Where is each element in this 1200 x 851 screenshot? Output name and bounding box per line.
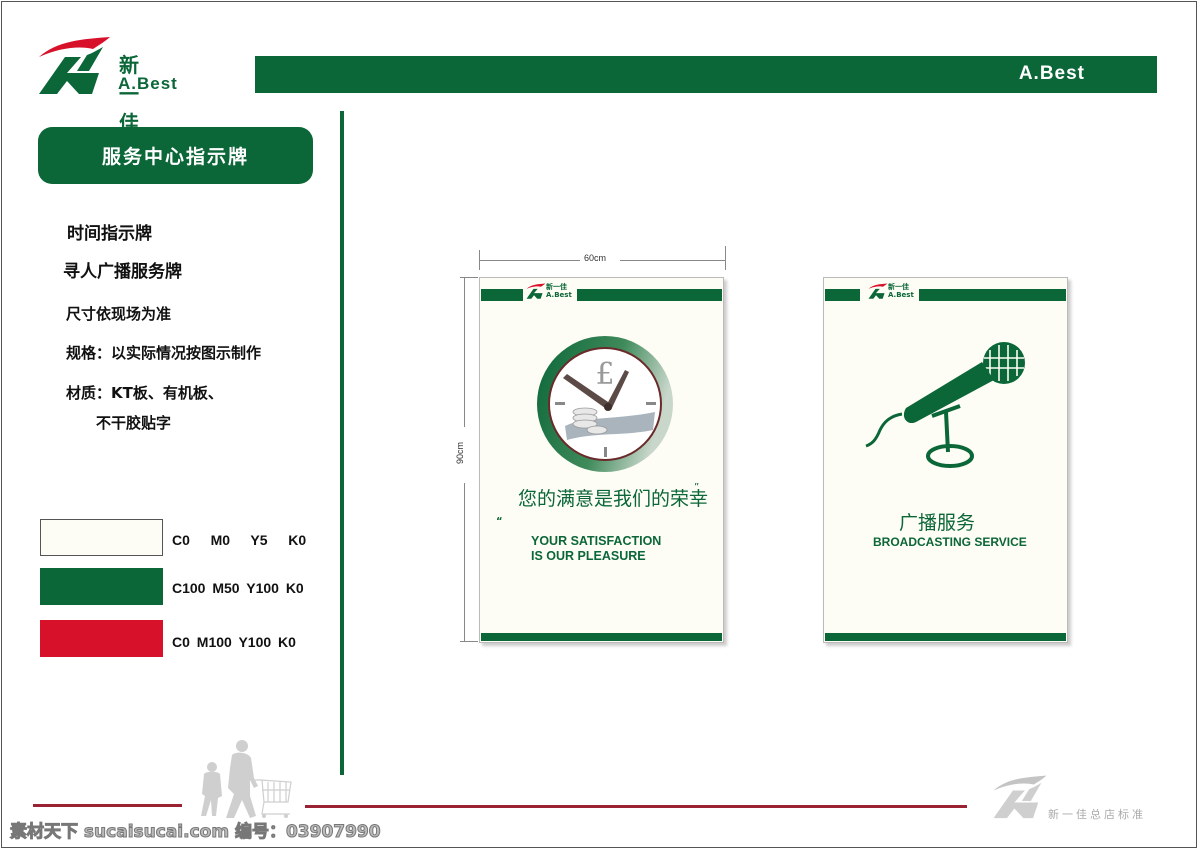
header-bar: A.Best [255,56,1157,93]
vertical-divider [340,111,344,775]
svg-text:£: £ [595,357,614,392]
brand-name-en: A.Best [118,74,178,93]
sign-item-clock: 时间指示牌 [67,224,152,244]
swatch-green-label: C100 M50 Y100 K0 [172,580,304,596]
sign-item-broadcast: 寻人广播服务牌 [63,262,182,282]
sign-broadcast-title-en: BROADCASTING SERVICE [873,535,1027,549]
width-dimension-label: 60cm [584,253,607,263]
footer-line-left [33,804,182,807]
height-dimension-line-top [464,277,465,427]
swatch-cream-label: C0 M0 Y5 K0 [172,532,307,548]
mini-logo: 新一佳 A.Best [526,283,572,299]
width-dimension-line-left [480,260,580,261]
sign-topbar-left [825,289,860,301]
note-material-2: 不干胶贴字 [96,414,172,432]
sign-clock-slogan-en-1: YOUR SATISFACTION [531,534,662,548]
sign-clock-slogan-cn: 您的满意是我们的荣幸 [518,488,709,510]
mini-logo-en: A.Best [888,291,914,299]
sign-clock-slogan-en-2: IS OUR PLEASURE [531,549,646,563]
mini-logo: 新一佳 A.Best [868,283,914,299]
open-quote: “ [496,516,503,527]
width-tick-left [479,250,480,270]
sign-topbar-right [919,289,1066,301]
header-bar-text: A.Best [1018,63,1085,84]
footer-standard-text: 新一佳总店标准 [1048,808,1146,821]
swatch-cream [40,519,163,556]
watermark-text: 素材天下 sucaisucai.com 编号：03907990 [10,822,382,843]
note-material: 材质：KT板、有机板、 [66,384,223,402]
note-size: 尺寸依现场为准 [66,305,172,323]
abest-logo-icon [526,283,546,299]
sign-topbar-right [577,289,722,301]
height-dimension-label: 90cm [455,441,466,465]
sign-bottom-bar [825,633,1066,641]
width-tick-right [725,246,726,270]
section-title: 服务中心指示牌 [38,127,313,184]
sign-bottom-bar [481,633,722,641]
microphone-icon [865,342,1025,468]
swatch-green [40,568,163,605]
height-tick-top [460,277,478,278]
close-quote: ” [694,482,700,493]
clock-pound-icon: £ [537,336,673,472]
abest-logo-gray-icon [993,775,1047,819]
footer-line-right [305,805,967,808]
sign-topbar-left [481,289,523,301]
shoppers-silhouette-icon [201,740,292,818]
sign-broadcast-title-cn: 广播服务 [899,512,976,534]
note-spec: 规格：以实际情况按图示制作 [66,344,262,362]
height-dimension-line-bottom [464,483,465,641]
mini-logo-cn: 新一佳 [888,283,909,291]
width-dimension-line-right [620,260,725,261]
sign-clock: 新一佳 A.Best £ 您的满意是我们的荣幸 ” “ YOUR SATISFA… [479,277,724,643]
sign-broadcast: 新一佳 A.Best 广播服务 BROADCASTING SERVICE [823,277,1068,643]
section-title-text: 服务中心指示牌 [101,146,249,168]
abest-logo-icon [39,37,110,94]
abest-logo-icon [868,283,888,299]
height-tick-bottom [460,641,478,642]
swatch-red [40,620,163,657]
swatch-red-label: C0 M100 Y100 K0 [172,634,296,650]
mini-logo-cn: 新一佳 [546,283,567,291]
mini-logo-en: A.Best [546,291,572,299]
